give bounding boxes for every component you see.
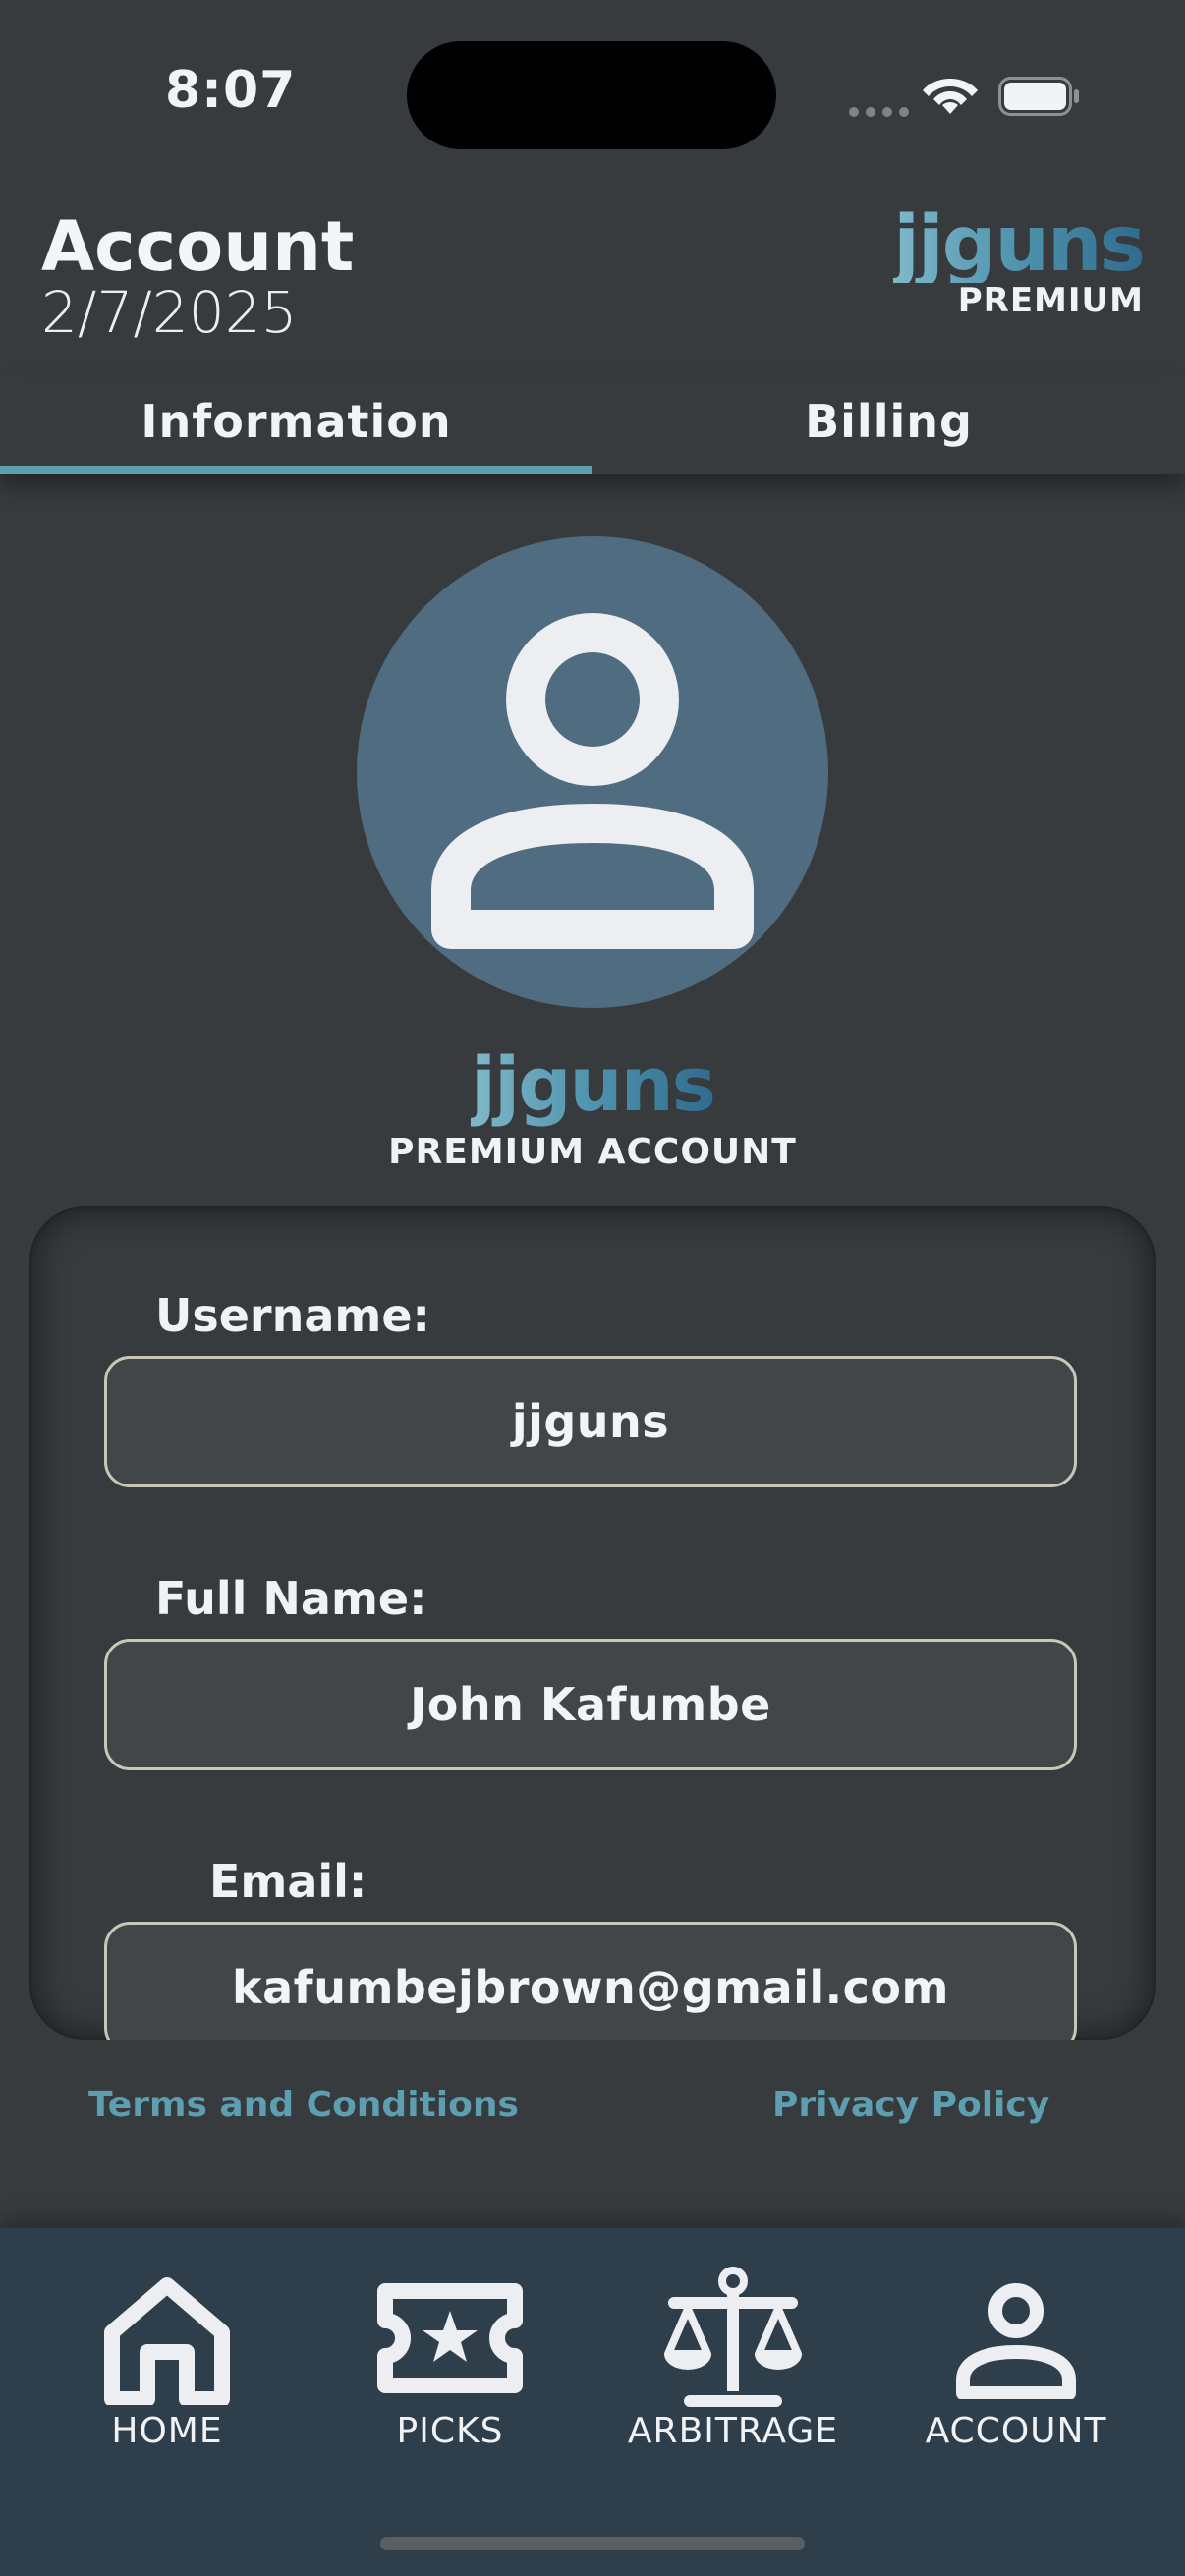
cellular-signal-icon [849, 102, 916, 121]
wifi-icon [922, 75, 979, 120]
account-tier-label: PREMIUM ACCOUNT [388, 1132, 797, 1172]
profile-username: jjguns [0, 1047, 1185, 1122]
tab-bar: Information Billing [0, 377, 1185, 474]
full-name-label: Full Name: [155, 1572, 427, 1625]
privacy-link[interactable]: Privacy Policy [772, 2085, 1049, 2125]
status-time: 8:07 [165, 61, 297, 120]
brand-logo: jjguns PREMIUM [893, 200, 1146, 320]
nav-arbitrage-label: ARBITRAGE [627, 2411, 839, 2451]
nav-picks-label: PICKS [396, 2411, 504, 2451]
tab-billing[interactable]: Billing [592, 377, 1185, 474]
tab-information[interactable]: Information [0, 377, 592, 474]
profile-username-text: jjguns [471, 1040, 716, 1128]
home-icon [104, 2277, 230, 2405]
battery-icon [998, 77, 1081, 120]
user-icon [956, 2283, 1076, 2399]
page-date: 2/7/2025 [41, 279, 298, 346]
user-icon [431, 613, 754, 949]
home-indicator[interactable] [380, 2537, 805, 2550]
dynamic-island [407, 41, 776, 149]
full-name-field[interactable]: John Kafumbe [104, 1639, 1077, 1770]
email-field[interactable]: kafumbejbrown@gmail.com [104, 1922, 1077, 2040]
brand-name: jjguns [893, 200, 1146, 289]
username-field[interactable]: jjguns [104, 1356, 1077, 1487]
ticket-star-icon [377, 2283, 523, 2393]
account-info-card: Username: jjguns Full Name: John Kafumbe… [29, 1206, 1156, 2040]
scale-icon [664, 2267, 802, 2407]
page-title: Account [41, 206, 355, 287]
nav-home-label: HOME [111, 2411, 223, 2451]
avatar[interactable] [357, 536, 828, 1008]
email-label: Email: [209, 1855, 367, 1908]
username-label: Username: [155, 1289, 430, 1342]
nav-account-label: ACCOUNT [925, 2411, 1107, 2451]
terms-link[interactable]: Terms and Conditions [88, 2085, 519, 2125]
bottom-nav: HOME PICKS ARBITRAGE ACCOUNT [0, 2228, 1185, 2576]
